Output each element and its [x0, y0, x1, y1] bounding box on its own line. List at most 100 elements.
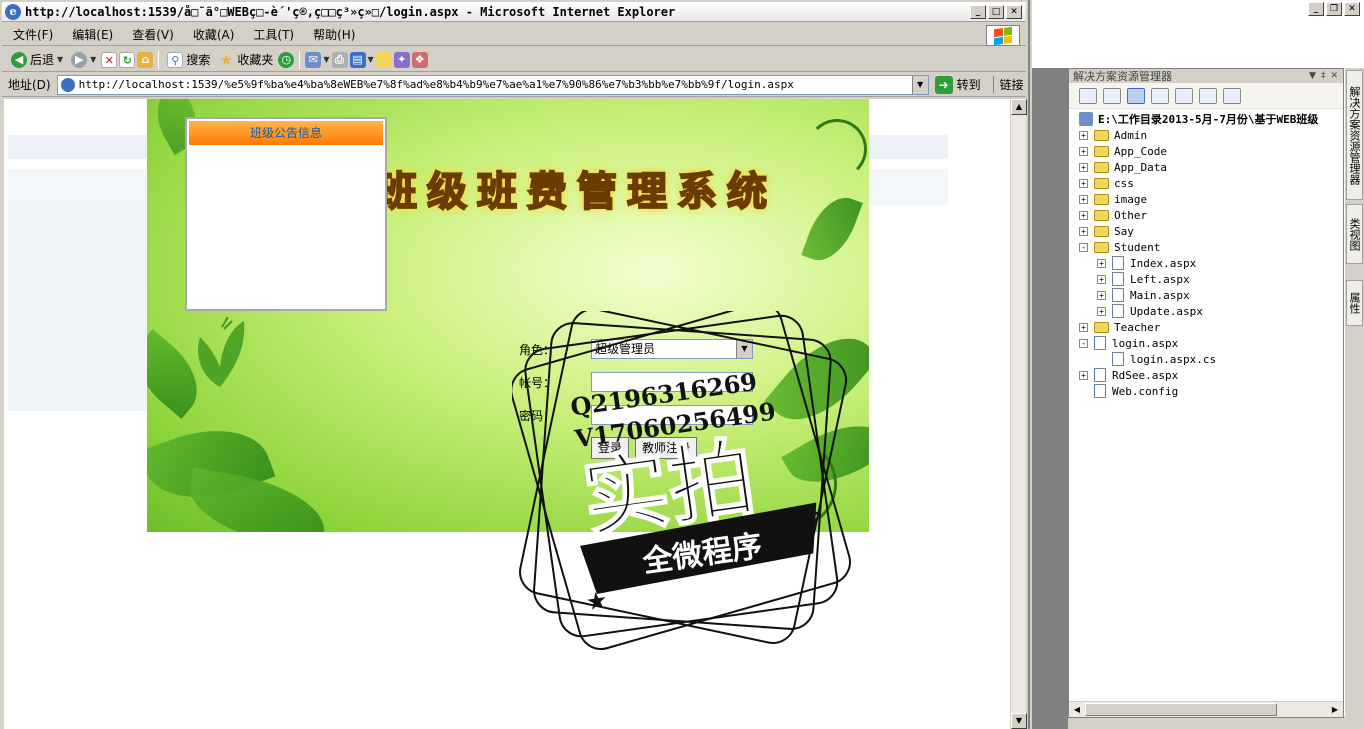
- address-dropdown-icon[interactable]: ▼: [911, 75, 928, 94]
- address-field[interactable]: ▼: [56, 74, 929, 95]
- account-input[interactable]: [591, 372, 753, 392]
- asp-config-icon[interactable]: [1223, 87, 1241, 104]
- show-all-files-icon[interactable]: [1127, 87, 1145, 104]
- expand-icon[interactable]: +: [1079, 178, 1088, 188]
- file-node[interactable]: + Index.aspx: [1097, 255, 1196, 271]
- expand-icon[interactable]: +: [1079, 322, 1088, 332]
- folder-node[interactable]: - Student: [1079, 239, 1160, 255]
- role-select[interactable]: 超级管理员 ▼: [591, 339, 753, 359]
- menu-favorites[interactable]: 收藏(A): [182, 26, 243, 43]
- folder-node[interactable]: + Admin: [1079, 127, 1147, 143]
- file-node[interactable]: + Left.aspx: [1097, 271, 1190, 287]
- password-input[interactable]: [591, 405, 753, 425]
- forward-button[interactable]: ▶ ▼: [68, 50, 99, 70]
- favorites-button[interactable]: ★ 收藏夹: [215, 50, 276, 70]
- expand-icon[interactable]: +: [1079, 210, 1088, 220]
- file-icon: [1112, 288, 1124, 302]
- solution-root[interactable]: E:\工作目录2013-5月-7月份\基于WEB班级: [1079, 111, 1318, 127]
- file-node[interactable]: - login.aspx: [1079, 335, 1178, 351]
- vs-close-button[interactable]: ✕: [1344, 2, 1360, 16]
- expand-icon[interactable]: +: [1079, 194, 1088, 204]
- tab-properties[interactable]: 属性: [1346, 280, 1363, 326]
- menu-view[interactable]: 查看(V): [121, 26, 182, 43]
- expand-icon[interactable]: +: [1097, 258, 1106, 268]
- file-node[interactable]: + Main.aspx: [1097, 287, 1190, 303]
- node-label: Say: [1114, 224, 1134, 238]
- expand-icon[interactable]: +: [1079, 370, 1088, 380]
- node-label: Other: [1114, 208, 1148, 222]
- folder-node[interactable]: + App_Code: [1079, 143, 1167, 159]
- view-code-icon[interactable]: [1175, 87, 1193, 104]
- menu-edit[interactable]: 编辑(E): [61, 26, 121, 43]
- go-button[interactable]: ➜ 转到: [934, 75, 981, 94]
- folder-node[interactable]: + Teacher: [1079, 319, 1160, 335]
- menu-file[interactable]: 文件(F): [2, 26, 61, 43]
- mail-dropdown-icon[interactable]: ▼: [323, 55, 329, 64]
- stop-icon[interactable]: ✕: [101, 51, 118, 68]
- history-icon[interactable]: ◷: [278, 51, 295, 68]
- login-button[interactable]: 登录: [591, 437, 630, 459]
- scroll-left-icon[interactable]: ◀: [1069, 702, 1085, 718]
- maximize-button[interactable]: □: [988, 4, 1004, 19]
- scroll-down-icon[interactable]: ▼: [1011, 713, 1027, 729]
- auto-hide-pin-icon[interactable]: ‡: [1321, 71, 1326, 81]
- vs-minimize-button[interactable]: _: [1308, 2, 1324, 16]
- expand-icon[interactable]: +: [1079, 162, 1088, 172]
- nest-related-files-icon[interactable]: [1151, 87, 1169, 104]
- role-dropdown-icon[interactable]: ▼: [736, 340, 752, 358]
- expand-icon[interactable]: +: [1079, 130, 1088, 140]
- file-node[interactable]: login.aspx.cs: [1097, 351, 1216, 367]
- folder-node[interactable]: + css: [1079, 175, 1134, 191]
- page-scrollbar[interactable]: ▲ ▼: [1010, 99, 1027, 729]
- search-button[interactable]: ⚲ 搜索: [164, 50, 213, 70]
- copy-website-icon[interactable]: [1199, 87, 1217, 104]
- minimize-button[interactable]: _: [970, 4, 986, 19]
- account-label: 帐号：: [519, 375, 556, 390]
- scroll-right-icon[interactable]: ▶: [1327, 702, 1343, 718]
- vs-restore-button[interactable]: ❐: [1326, 2, 1342, 16]
- mail-icon[interactable]: ✉: [305, 51, 322, 68]
- search-label: 搜索: [186, 53, 211, 67]
- folder-node[interactable]: + Say: [1079, 223, 1134, 239]
- expand-icon[interactable]: +: [1079, 226, 1088, 236]
- register-button[interactable]: 教师注册: [635, 437, 698, 459]
- collapse-icon[interactable]: -: [1079, 338, 1088, 348]
- tree-horizontal-scrollbar[interactable]: ◀ ▶: [1069, 701, 1343, 717]
- window-position-icon[interactable]: ▼: [1309, 71, 1316, 81]
- menu-tools[interactable]: 工具(T): [242, 26, 302, 43]
- forward-dropdown-icon[interactable]: ▼: [90, 55, 96, 64]
- folder-node[interactable]: + image: [1079, 191, 1147, 207]
- properties-icon[interactable]: [1079, 87, 1097, 104]
- refresh-icon[interactable]: [1103, 87, 1121, 104]
- close-button[interactable]: ✕: [1006, 4, 1022, 19]
- links-button[interactable]: 链接: [992, 76, 1024, 93]
- expand-icon[interactable]: +: [1097, 306, 1106, 316]
- tab-solution-explorer[interactable]: 解决方案资源管理器: [1346, 70, 1363, 200]
- menu-help[interactable]: 帮助(H): [302, 26, 363, 43]
- back-button[interactable]: ◀ 后退 ▼: [8, 50, 66, 70]
- scroll-thumb[interactable]: [1085, 703, 1277, 716]
- expand-icon[interactable]: +: [1097, 290, 1106, 300]
- scroll-up-icon[interactable]: ▲: [1011, 99, 1027, 115]
- refresh-icon[interactable]: ↻: [119, 51, 136, 68]
- folder-node[interactable]: + Other: [1079, 207, 1147, 223]
- expand-icon[interactable]: +: [1097, 274, 1106, 284]
- back-dropdown-icon[interactable]: ▼: [57, 55, 63, 64]
- research-icon[interactable]: ❖: [411, 51, 428, 68]
- home-icon[interactable]: ⌂: [137, 51, 154, 68]
- file-node[interactable]: Web.config: [1079, 383, 1178, 399]
- pane-close-icon[interactable]: ✕: [1330, 71, 1338, 81]
- file-icon: [1094, 368, 1106, 382]
- collapse-icon[interactable]: -: [1079, 242, 1088, 252]
- edit-icon[interactable]: ▤: [349, 51, 366, 68]
- address-input[interactable]: [78, 78, 909, 91]
- file-node[interactable]: + Update.aspx: [1097, 303, 1203, 319]
- tab-class-view[interactable]: 类视图: [1346, 204, 1363, 264]
- folder-node[interactable]: + App_Data: [1079, 159, 1167, 175]
- edit-dropdown-icon[interactable]: ▼: [368, 55, 374, 64]
- expand-icon[interactable]: +: [1079, 146, 1088, 156]
- discuss-icon[interactable]: [375, 51, 392, 68]
- file-node[interactable]: + RdSee.aspx: [1079, 367, 1178, 383]
- messenger-icon[interactable]: ✦: [393, 51, 410, 68]
- print-icon[interactable]: ⎙: [331, 51, 348, 68]
